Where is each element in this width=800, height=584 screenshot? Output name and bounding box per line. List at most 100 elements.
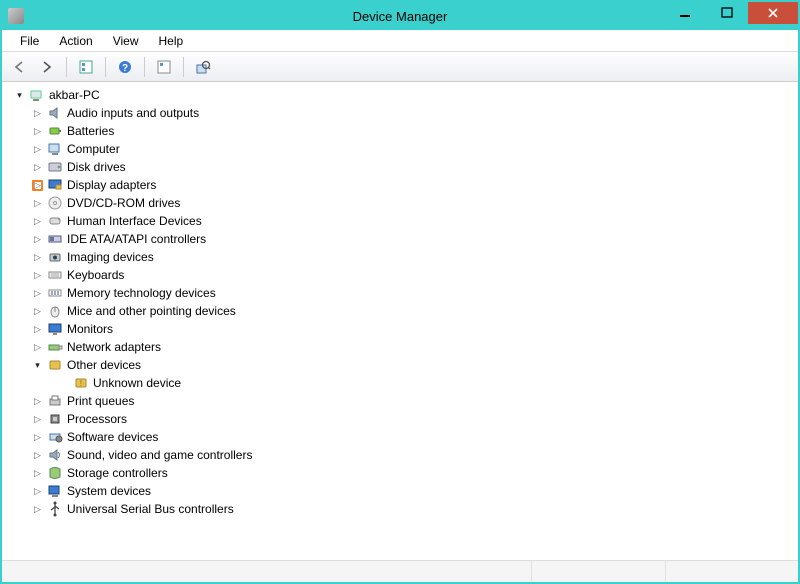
forward-button[interactable] <box>36 56 58 78</box>
expander-icon[interactable]: ▷ <box>32 144 43 155</box>
expander-icon[interactable]: ▷ <box>32 468 43 479</box>
tree-row[interactable]: ▷ Sound, video and game controllers <box>10 446 790 464</box>
tree-row[interactable]: ▷ Keyboards <box>10 266 790 284</box>
tree-row[interactable]: ▷Print queues <box>10 392 790 410</box>
help-icon: ? <box>117 59 133 75</box>
software-icon <box>47 429 63 445</box>
expander-icon[interactable]: ▷ <box>32 486 43 497</box>
tree-label: Mice and other pointing devices <box>67 304 236 318</box>
expander-icon[interactable]: ▾ <box>14 90 25 101</box>
tree-label: DVD/CD-ROM drives <box>67 196 180 210</box>
tree-label: IDE ATA/ATAPI controllers <box>67 232 206 246</box>
tree-label: Storage controllers <box>67 466 168 480</box>
tree-row[interactable]: ▷ Human Interface Devices <box>10 212 790 230</box>
other-icon <box>47 357 63 373</box>
help-button[interactable]: ? <box>114 56 136 78</box>
refresh-icon <box>195 59 211 75</box>
expander-icon[interactable]: ▾ <box>32 360 43 371</box>
tree-label: Human Interface Devices <box>67 214 202 228</box>
expander-icon[interactable]: ▷ <box>32 306 43 317</box>
tree-row[interactable]: ▾akbar-PC <box>10 86 790 104</box>
svg-text:!: ! <box>80 379 83 388</box>
expander-icon[interactable]: ▷ <box>32 216 43 227</box>
tree-row[interactable]: ▷ Universal Serial Bus controllers <box>10 500 790 518</box>
toolbar-separator <box>66 57 67 77</box>
tree-label: Display adapters <box>67 178 156 192</box>
system-icon <box>47 483 63 499</box>
expander-icon[interactable]: ▷ <box>32 162 43 173</box>
tree-label: Keyboards <box>67 268 124 282</box>
expander-icon[interactable]: ▷ <box>32 252 43 263</box>
tree-row[interactable]: ▷Processors <box>10 410 790 428</box>
expander-icon[interactable]: ▷ <box>32 342 43 353</box>
properties-icon <box>78 59 94 75</box>
expander-icon[interactable]: ▷ <box>32 504 43 515</box>
tree-row[interactable]: ▷ Imaging devices <box>10 248 790 266</box>
tree-row[interactable]: ▷ Mice and other pointing devices <box>10 302 790 320</box>
app-icon <box>8 8 24 24</box>
maximize-button[interactable] <box>706 2 748 24</box>
tree-row[interactable]: ▾ Other devices <box>10 356 790 374</box>
expander-icon[interactable]: ▷ <box>32 450 43 461</box>
statusbar <box>2 560 798 582</box>
tree-row[interactable]: ▷ IDE ATA/ATAPI controllers <box>10 230 790 248</box>
expander-icon[interactable]: ▷ <box>32 288 43 299</box>
menu-file[interactable]: File <box>10 32 49 50</box>
expander-icon[interactable]: ▷ <box>32 126 43 137</box>
titlebar[interactable]: Device Manager <box>2 2 798 30</box>
cpu-icon <box>47 411 63 427</box>
monitor-icon <box>47 321 63 337</box>
expander-icon[interactable]: ▷ <box>32 414 43 425</box>
close-button[interactable] <box>748 2 798 24</box>
expander-icon[interactable]: ▷ <box>32 432 43 443</box>
expander-icon[interactable]: ▷ <box>32 324 43 335</box>
tree-row[interactable]: ▷Software devices <box>10 428 790 446</box>
tree-row[interactable]: ▷ Storage controllers <box>10 464 790 482</box>
minimize-button[interactable] <box>664 2 706 24</box>
tree-row[interactable]: !Unknown device <box>10 374 790 392</box>
back-button[interactable] <box>8 56 30 78</box>
tree-label: Memory technology devices <box>67 286 216 300</box>
svg-text:?: ? <box>122 63 128 74</box>
tree-row[interactable]: ▷Disk drives <box>10 158 790 176</box>
menu-help[interactable]: Help <box>149 32 194 50</box>
window-frame: Device Manager File Action View Help <box>0 0 800 584</box>
tree-row[interactable]: ▷Audio inputs and outputs <box>10 104 790 122</box>
mouse-icon <box>47 303 63 319</box>
tree-row[interactable]: ▷System devices <box>10 482 790 500</box>
properties-button[interactable] <box>75 56 97 78</box>
status-cell <box>665 561 798 582</box>
expander-icon[interactable]: ▷ <box>32 234 43 245</box>
toolbar-separator <box>105 57 106 77</box>
expander-icon[interactable]: ▷ <box>32 198 43 209</box>
maximize-icon <box>721 7 733 19</box>
expander-icon[interactable]: ▷ <box>32 270 43 281</box>
tree-label: Other devices <box>67 358 141 372</box>
hid-icon <box>47 213 63 229</box>
scan-button[interactable] <box>153 56 175 78</box>
tree-row[interactable]: ▷ DVD/CD-ROM drives <box>10 194 790 212</box>
tree-row[interactable]: ▷ Computer <box>10 140 790 158</box>
refresh-button[interactable] <box>192 56 214 78</box>
tree-row[interactable]: ▷Monitors <box>10 320 790 338</box>
expander-icon[interactable]: ▷ <box>32 108 43 119</box>
tree-label: Imaging devices <box>67 250 154 264</box>
camera-icon <box>47 249 63 265</box>
window-title: Device Manager <box>353 9 448 24</box>
menu-view[interactable]: View <box>103 32 149 50</box>
tree-label: Sound, video and game controllers <box>67 448 252 462</box>
status-cell <box>2 561 531 582</box>
device-tree[interactable]: ▾akbar-PC▷Audio inputs and outputs▷Batte… <box>2 82 798 560</box>
menu-action[interactable]: Action <box>49 32 102 50</box>
tree-label: Universal Serial Bus controllers <box>67 502 234 516</box>
computer-icon <box>47 141 63 157</box>
expander-icon[interactable]: ▷ <box>32 180 43 191</box>
arrow-left-icon <box>11 59 27 75</box>
tree-label: Computer <box>67 142 120 156</box>
keyboard-icon <box>47 267 63 283</box>
expander-icon[interactable]: ▷ <box>32 396 43 407</box>
tree-row[interactable]: ▷Batteries <box>10 122 790 140</box>
tree-row[interactable]: ▷Network adapters <box>10 338 790 356</box>
tree-row[interactable]: ▷ Display adapters <box>10 176 790 194</box>
tree-row[interactable]: ▷ Memory technology devices <box>10 284 790 302</box>
